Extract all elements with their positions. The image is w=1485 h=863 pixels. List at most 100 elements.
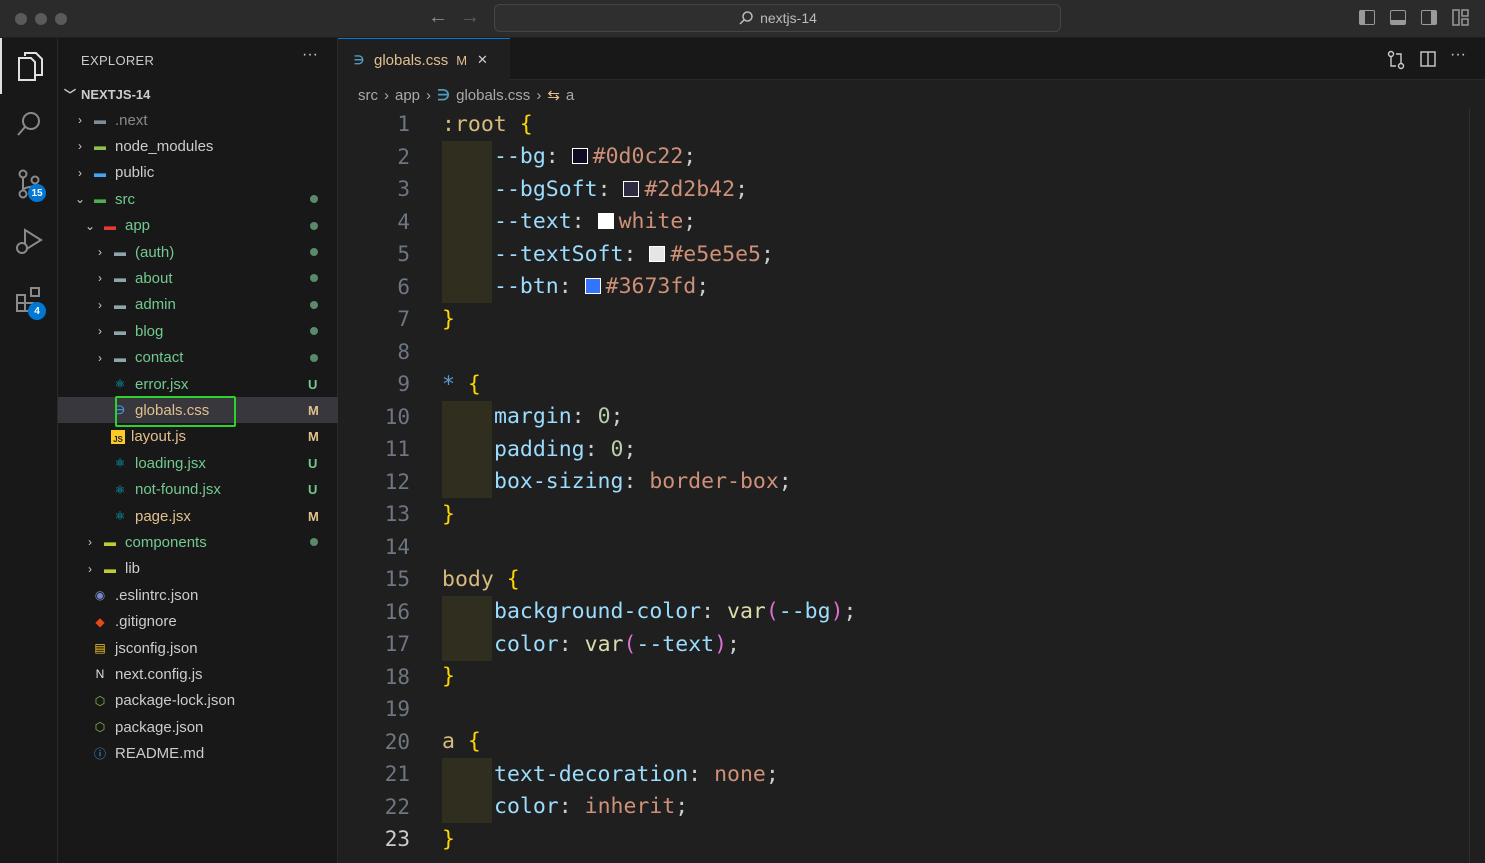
tree-item[interactable]: ◉ .eslintrc.json — [58, 582, 338, 608]
code-line[interactable]: 6 --btn: #3673fd; — [338, 270, 1468, 303]
split-editor-icon[interactable] — [1419, 50, 1437, 68]
code-line[interactable]: 20 a { — [338, 726, 1468, 759]
code-line[interactable]: 14 — [338, 531, 1468, 564]
code-line[interactable]: 17 color: var(--text); — [338, 628, 1468, 661]
editor-scrollbar[interactable] — [1469, 108, 1483, 863]
toggle-secondary-sidebar-icon[interactable] — [1421, 10, 1437, 25]
chevron-down-icon[interactable]: ⌄ — [73, 192, 87, 206]
code-line[interactable]: 11 padding: 0; — [338, 433, 1468, 466]
tree-item[interactable]: ⚛ not-found.jsx U — [58, 477, 338, 503]
tree-item[interactable]: › ▬ (auth) — [58, 239, 338, 265]
tree-item[interactable]: › ▬ admin — [58, 292, 338, 318]
tree-item[interactable]: ◆ .gitignore — [58, 609, 338, 635]
tab-globals-css[interactable]: ∋ globals.css M ✕ — [338, 38, 510, 81]
line-number: 1 — [397, 112, 410, 137]
editor-more-actions-icon[interactable]: ··· — [1450, 46, 1466, 64]
code-editor[interactable]: 1:root {2 --bg: #0d0c22; 3 --bgSoft: #2d2b4… — [338, 108, 1468, 856]
code-text: a { — [442, 729, 481, 755]
tree-item[interactable]: ⬡ package-lock.json — [58, 688, 338, 714]
tree-item[interactable]: ⬡ package.json — [58, 714, 338, 740]
tree-item[interactable]: › ▬ components — [58, 529, 338, 555]
tree-item[interactable]: ⚛ error.jsx U — [58, 371, 338, 397]
run-debug-activity[interactable] — [0, 212, 58, 268]
code-line[interactable]: 21 text-decoration: none; — [338, 758, 1468, 791]
tree-item-label: components — [125, 533, 207, 551]
code-line[interactable]: 3 --bgSoft: #2d2b42; — [338, 173, 1468, 206]
code-text: color: inherit; — [494, 794, 689, 820]
tree-item[interactable]: › ▬ about — [58, 265, 338, 291]
breadcrumb-item[interactable]: app — [395, 87, 420, 104]
code-line[interactable]: 9 * { — [338, 368, 1468, 401]
chevron-right-icon[interactable]: › — [73, 113, 87, 127]
chevron-right-icon[interactable]: › — [73, 139, 87, 153]
chevron-right-icon[interactable]: › — [83, 562, 97, 576]
more-actions-icon[interactable]: ··· — [302, 46, 318, 64]
tree-item[interactable]: ⓘ README.md — [58, 741, 338, 767]
code-line[interactable]: 18} — [338, 661, 1468, 694]
minimize-window-button[interactable] — [35, 13, 47, 25]
search-activity[interactable] — [0, 96, 58, 152]
chevron-right-icon[interactable]: › — [93, 245, 107, 259]
code-line[interactable]: 5 --textSoft: #e5e5e5; — [338, 238, 1468, 271]
code-line[interactable]: 13} — [338, 498, 1468, 531]
zoom-window-button[interactable] — [55, 13, 67, 25]
code-line[interactable]: 16 background-color: var(--bg); — [338, 595, 1468, 628]
folder-app-icon: ▬ — [104, 218, 116, 233]
code-line[interactable]: 23} — [338, 823, 1468, 856]
forward-arrow-icon[interactable]: → — [460, 6, 480, 29]
toggle-primary-sidebar-icon[interactable] — [1359, 10, 1375, 25]
extensions-activity[interactable]: 4 — [0, 272, 58, 328]
code-line[interactable]: 15 body { — [338, 563, 1468, 596]
tree-item[interactable]: › ▬ lib — [58, 556, 338, 582]
breadcrumb-item[interactable]: a — [566, 87, 574, 104]
command-center-search[interactable]: nextjs-14 — [494, 4, 1061, 32]
tree-item[interactable]: › ▬ node_modules — [58, 133, 338, 159]
chevron-right-icon[interactable]: › — [93, 298, 107, 312]
tree-item-label: app — [125, 217, 151, 235]
tree-item[interactable]: › ▬ public — [58, 160, 338, 186]
back-arrow-icon[interactable]: ← — [428, 6, 448, 29]
chevron-down-icon[interactable]: ⌄ — [83, 219, 97, 233]
breadcrumb-item[interactable]: globals.css — [456, 87, 530, 104]
code-line[interactable]: 19 — [338, 693, 1468, 726]
customize-layout-icon[interactable] — [1452, 9, 1470, 26]
tree-item[interactable]: › ▬ blog — [58, 318, 338, 344]
tree-item-label: lib — [125, 560, 141, 578]
tab-close-icon[interactable]: ✕ — [477, 52, 488, 68]
chevron-right-icon[interactable]: › — [73, 166, 87, 180]
code-line[interactable]: 22 color: inherit; — [338, 790, 1468, 823]
tree-item[interactable]: ▤ jsconfig.json — [58, 635, 338, 661]
tree-item[interactable]: ⌄ ▬ app — [58, 213, 338, 239]
code-line[interactable]: 10 margin: 0; — [338, 400, 1468, 433]
code-line[interactable]: 4 --text: white; — [338, 205, 1468, 238]
close-window-button[interactable] — [15, 13, 27, 25]
activity-bar: 15 4 — [0, 38, 58, 863]
code-line[interactable]: 2 --bg: #0d0c22; — [338, 140, 1468, 173]
line-number: 7 — [397, 307, 410, 332]
chevron-right-icon[interactable]: › — [83, 535, 97, 549]
tree-item[interactable]: ⚛ page.jsx M — [58, 503, 338, 529]
source-control-activity[interactable]: 15 — [0, 156, 58, 212]
open-changes-icon[interactable] — [1386, 50, 1406, 70]
tree-item[interactable]: ⌄ ▬ src — [58, 186, 338, 212]
chevron-right-icon[interactable]: › — [93, 351, 107, 365]
code-line[interactable]: 8 — [338, 336, 1468, 369]
code-line[interactable]: 1:root { — [338, 108, 1468, 141]
tree-item-label: globals.css — [135, 401, 210, 419]
tree-item-label: node_modules — [115, 137, 214, 155]
breadcrumb-item[interactable]: src — [358, 87, 378, 104]
toggle-panel-icon[interactable] — [1390, 10, 1406, 25]
tree-item[interactable]: › ▬ contact — [58, 345, 338, 371]
chevron-right-icon[interactable]: › — [93, 271, 107, 285]
workspace-root[interactable]: ﹀ NEXTJS-14 — [58, 81, 338, 107]
tree-item[interactable]: ⚛ loading.jsx U — [58, 450, 338, 476]
chevron-right-icon[interactable]: › — [93, 324, 107, 338]
explorer-activity[interactable] — [0, 38, 58, 94]
tree-item[interactable]: ∋ globals.css M — [58, 397, 338, 424]
tree-item[interactable]: › ▬ .next — [58, 107, 338, 133]
code-line[interactable]: 7} — [338, 303, 1468, 336]
tree-item[interactable]: JS layout.js M — [58, 424, 338, 450]
tree-item[interactable]: Nnext.config.js — [58, 661, 338, 687]
folder-icon: ▬ — [114, 245, 126, 259]
code-line[interactable]: 12 box-sizing: border-box; — [338, 465, 1468, 498]
